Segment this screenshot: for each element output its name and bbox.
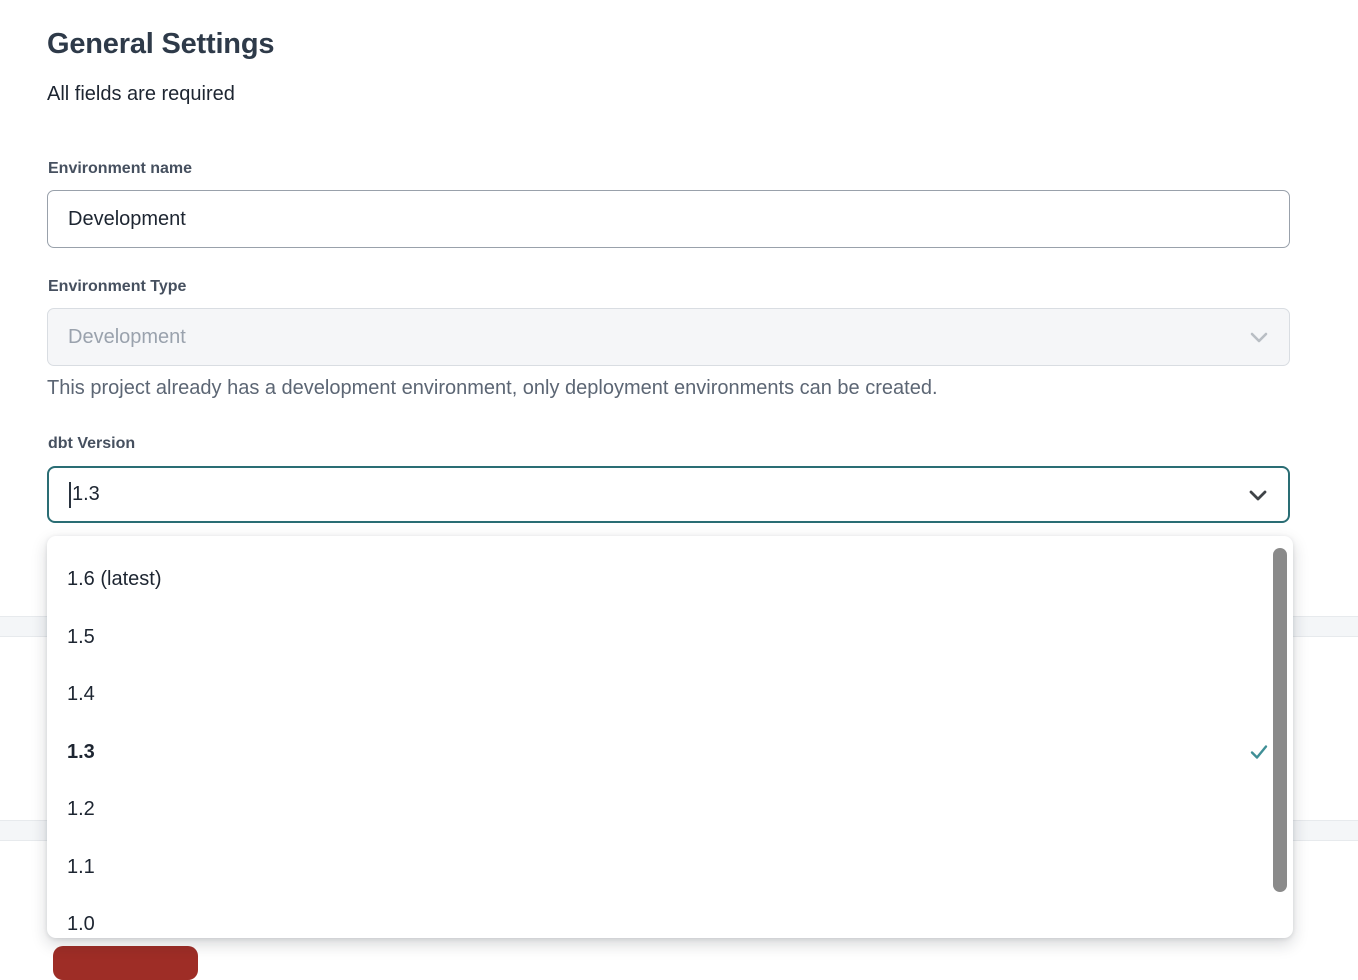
page-title: General Settings [47, 28, 274, 61]
environment-name-label: Environment name [48, 160, 192, 178]
dropdown-option-label: 1.2 [67, 798, 95, 821]
dropdown-option[interactable]: 1.1 [47, 839, 1293, 897]
dbt-version-label: dbt Version [48, 435, 135, 453]
dropdown-option-label: 1.3 [67, 741, 95, 764]
dropdown-option-label: 1.1 [67, 856, 95, 879]
dropdown-option[interactable]: 1.6 (latest) [47, 551, 1293, 609]
dropdown-option[interactable]: 1.2 [47, 781, 1293, 839]
environment-type-select: Development [47, 308, 1290, 366]
environment-type-label: Environment Type [48, 278, 186, 296]
environment-type-helper-text: This project already has a development e… [47, 377, 938, 400]
dropdown-option-label: 1.5 [67, 626, 95, 649]
dropdown-options-list: 1.6 (latest) 1.5 1.4 1.3 1.2 1.1 1.0 [47, 551, 1293, 938]
check-icon [1249, 742, 1269, 762]
text-caret [69, 482, 71, 508]
dropdown-option-label: 1.6 (latest) [67, 568, 161, 591]
dropdown-option[interactable]: 1.0 [47, 896, 1293, 938]
page-subtitle: All fields are required [47, 83, 235, 106]
dbt-version-dropdown: 1.6 (latest) 1.5 1.4 1.3 1.2 1.1 1.0 [47, 536, 1293, 938]
environment-name-input[interactable] [47, 190, 1290, 248]
dropdown-option[interactable]: 1.3 [47, 724, 1293, 782]
dropdown-option-label: 1.4 [67, 683, 95, 706]
environment-type-value: Development [68, 326, 186, 349]
scrollbar-thumb[interactable] [1273, 548, 1287, 892]
dbt-version-combobox[interactable]: 1.3 [47, 466, 1290, 523]
dropdown-option[interactable]: 1.5 [47, 609, 1293, 667]
dbt-version-value: 1.3 [72, 483, 100, 506]
chevron-down-icon[interactable] [1246, 483, 1270, 507]
dropdown-option-label: 1.0 [67, 913, 95, 936]
dropdown-option[interactable]: 1.4 [47, 666, 1293, 724]
danger-button[interactable] [53, 946, 198, 980]
chevron-down-icon [1247, 325, 1271, 349]
